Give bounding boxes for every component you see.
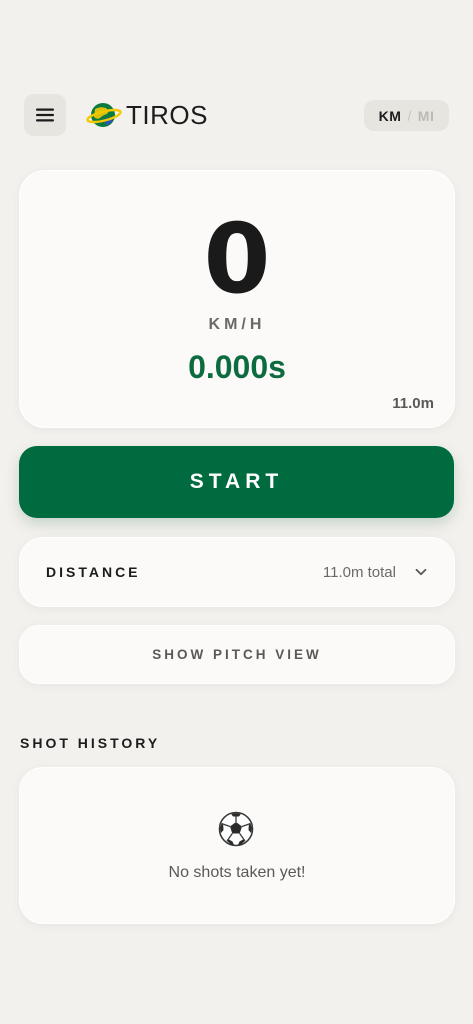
empty-history-text: No shots taken yet!: [168, 864, 306, 881]
hamburger-menu-icon: [36, 108, 54, 122]
brand: TIROS: [86, 98, 208, 132]
speed-card: 0 KM/H 0.000s 11.0m: [19, 170, 455, 428]
unit-toggle[interactable]: KM / MI: [364, 100, 449, 131]
unit-mi-option[interactable]: MI: [418, 108, 435, 124]
distance-selector[interactable]: DISTANCE 11.0m total: [19, 537, 455, 607]
menu-button[interactable]: [24, 94, 66, 136]
unit-separator: /: [407, 107, 412, 124]
speed-value: 0: [203, 203, 271, 315]
unit-km-option[interactable]: KM: [379, 108, 402, 124]
soccer-ball-icon: [218, 811, 254, 847]
distance-label: DISTANCE: [46, 564, 141, 580]
time-value: 0.000s: [188, 349, 286, 385]
show-pitch-view-button[interactable]: SHOW PITCH VIEW: [19, 625, 455, 684]
distance-value: 11.0m total: [322, 564, 396, 581]
shot-history-title: SHOT HISTORY: [20, 735, 161, 751]
start-button[interactable]: START: [19, 446, 454, 518]
globe-ring-logo: [86, 103, 122, 127]
distance-readout: 11.0m: [392, 395, 434, 412]
speed-unit: KM/H: [208, 316, 266, 333]
shot-history-card: No shots taken yet!: [19, 767, 455, 924]
brand-name: TIROS: [126, 99, 208, 130]
chevron-down-icon: [415, 568, 427, 576]
